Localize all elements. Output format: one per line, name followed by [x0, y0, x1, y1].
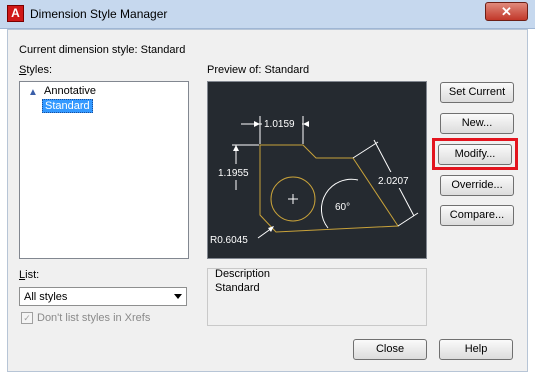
list-dropdown[interactable]: All styles	[19, 287, 187, 306]
window-title: Dimension Style Manager	[30, 7, 168, 21]
list-dropdown-value: All styles	[24, 291, 68, 303]
left-dim-text: 1.1955	[218, 168, 249, 179]
styles-label: Styles:	[19, 64, 53, 76]
styles-listbox[interactable]: ▲ Annotative Standard	[19, 81, 189, 259]
right-ext-bottom	[397, 212, 419, 227]
description-value: Standard	[215, 282, 260, 294]
radius-dim-text: R0.6045	[210, 235, 248, 246]
top-dim-text: 1.0159	[264, 119, 295, 130]
title-bar: A Dimension Style Manager ✕	[0, 0, 535, 29]
part-outline	[259, 144, 399, 233]
angle-dim-text: 60°	[335, 202, 350, 213]
right-ext-top	[352, 141, 379, 159]
style-item-annotative[interactable]: Annotative	[44, 85, 96, 97]
preview-drawing: 1.0159 1.1955 2.0207 60° R0.6045	[210, 115, 419, 246]
compare-button[interactable]: Compare...	[440, 205, 514, 226]
autocad-app-icon[interactable]: A	[7, 5, 24, 22]
new-button[interactable]: New...	[440, 113, 514, 134]
top-arrow-right	[303, 121, 309, 127]
description-label: Description	[215, 268, 271, 280]
modify-button[interactable]: Modify...	[438, 144, 512, 165]
chevron-down-icon	[174, 294, 182, 299]
preview-label: Preview of: Standard	[207, 64, 310, 76]
annotative-icon: ▲	[28, 87, 38, 98]
left-arrow-top	[233, 145, 239, 151]
style-item-standard[interactable]: Standard	[42, 99, 93, 113]
help-button[interactable]: Help	[439, 339, 513, 360]
right-dim-text: 2.0207	[378, 176, 409, 187]
top-arrow-left	[254, 121, 260, 127]
current-style-label: Current dimension style: Standard	[19, 44, 186, 56]
dimension-preview: 1.0159 1.1955 2.0207 60° R0.6045	[207, 81, 427, 259]
close-window-button[interactable]: ✕	[485, 2, 528, 21]
set-current-button[interactable]: Set Current	[440, 82, 514, 103]
close-button[interactable]: Close	[353, 339, 427, 360]
xrefs-checkbox[interactable]: ✓	[21, 312, 33, 324]
override-button[interactable]: Override...	[440, 175, 514, 196]
xrefs-checkbox-label: Don't list styles in Xrefs	[37, 312, 151, 324]
list-label: List:	[19, 269, 40, 281]
